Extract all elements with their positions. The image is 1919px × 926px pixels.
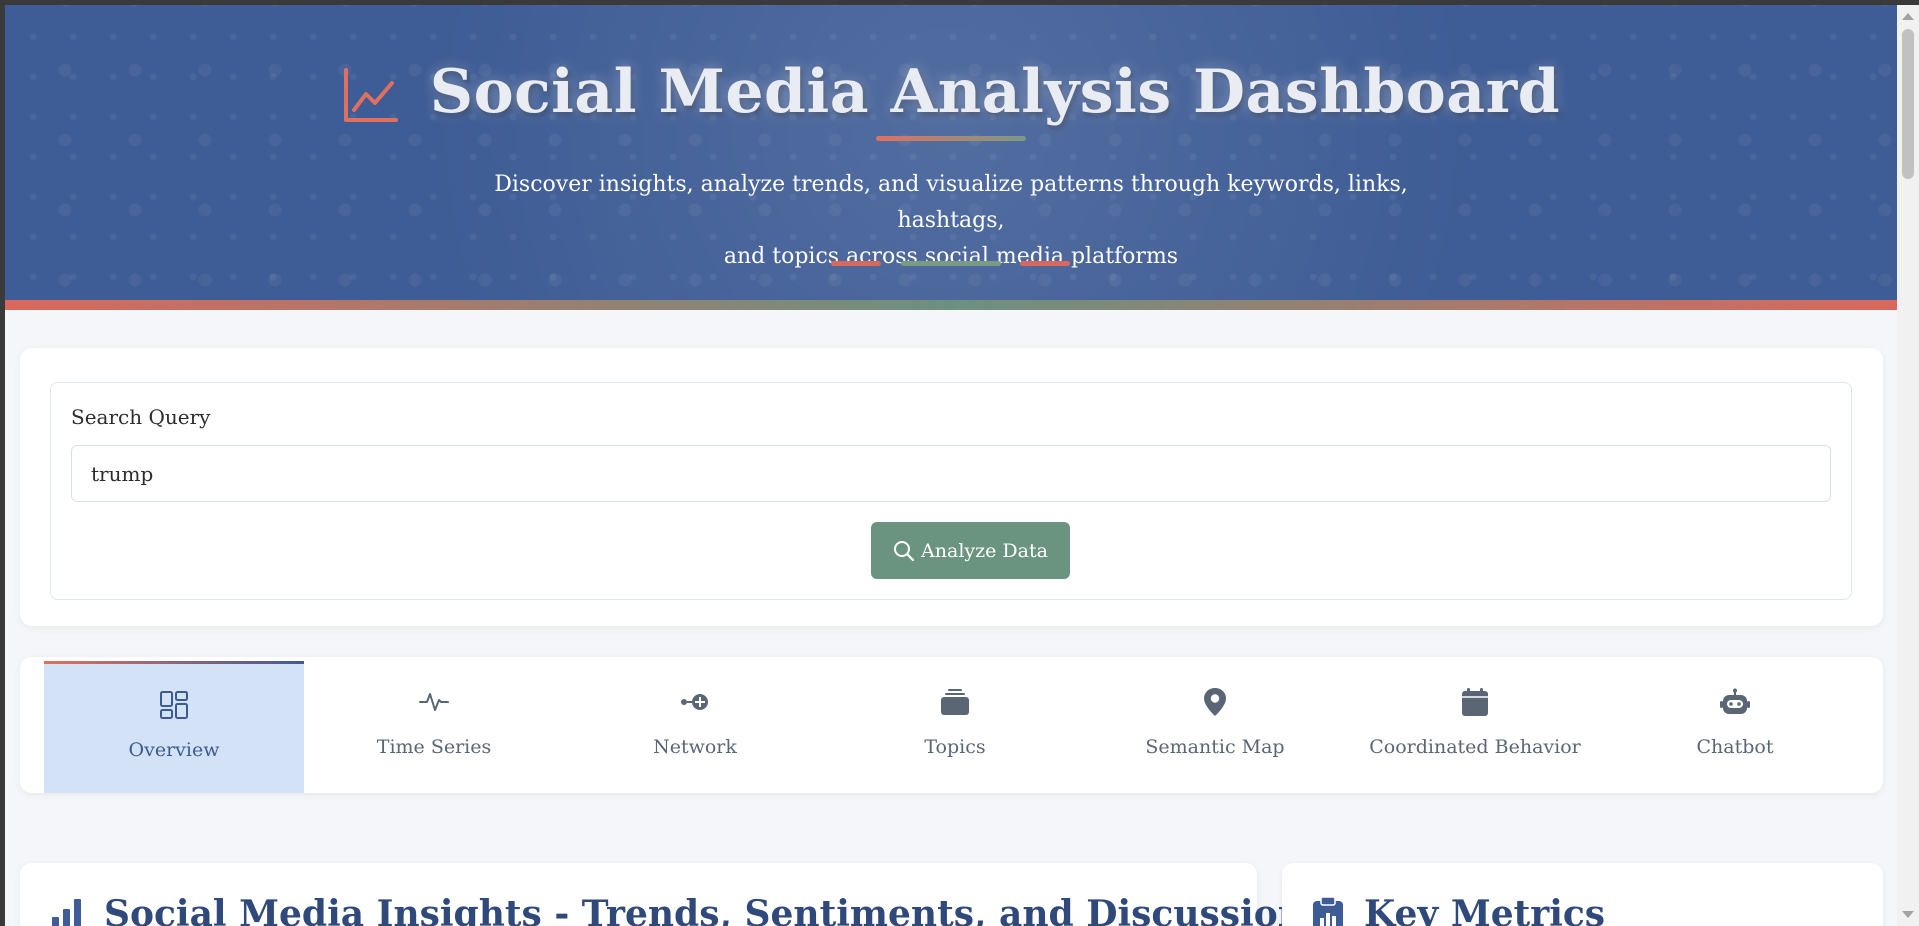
tab-semantic-map[interactable]: Semantic Map: [1085, 661, 1345, 793]
page-title: Social Media Analysis Dashboard: [429, 57, 1561, 127]
browser-viewport: Social Media Analysis Dashboard Discover…: [5, 5, 1897, 926]
tab-topics[interactable]: Topics: [825, 661, 1085, 793]
tab-label: Time Series: [376, 736, 492, 758]
title-underline: [876, 136, 1026, 141]
tab-label: Coordinated Behavior: [1369, 736, 1581, 758]
pulse-icon: [419, 684, 449, 720]
tab-label: Topics: [924, 736, 986, 758]
tab-network[interactable]: Network: [565, 661, 825, 793]
robot-icon: [1720, 684, 1750, 720]
search-label: Search Query: [71, 405, 211, 429]
tab-label: Chatbot: [1696, 736, 1774, 758]
decorative-dash: [1020, 261, 1070, 266]
bar-chart-icon: [52, 899, 81, 926]
title-row: Social Media Analysis Dashboard: [5, 57, 1897, 127]
tab-label: Network: [653, 736, 737, 758]
header-accent-bar: [5, 300, 1897, 310]
search-input[interactable]: [71, 445, 1831, 502]
layers-icon: [940, 684, 970, 720]
search-card: Search Query Analyze Data: [20, 348, 1883, 626]
insights-heading: Social Media Insights - Trends, Sentimen…: [50, 893, 1324, 926]
tab-label: Overview: [128, 739, 220, 761]
metrics-heading: Key Metrics: [1312, 893, 1605, 926]
analyze-data-label: Analyze Data: [921, 539, 1048, 562]
decorative-dash: [901, 261, 1001, 266]
map-pin-icon: [1203, 684, 1227, 720]
clipboard-icon: [1313, 896, 1343, 926]
page-subtitle: Discover insights, analyze trends, and v…: [451, 167, 1451, 275]
chart-line-icon: [343, 68, 398, 122]
analyze-data-button[interactable]: Analyze Data: [871, 522, 1070, 579]
tab-coordinated-behavior[interactable]: Coordinated Behavior: [1345, 661, 1605, 793]
calendar-icon: [1461, 684, 1489, 720]
search-icon: [894, 540, 915, 561]
overview-grid-icon: [159, 687, 189, 723]
tab-bar: Overview Time Series Network Topics Sema…: [20, 657, 1883, 793]
scrollbar-thumb[interactable]: [1902, 29, 1914, 179]
search-form: Search Query Analyze Data: [50, 382, 1852, 600]
tab-time-series[interactable]: Time Series: [304, 661, 564, 793]
tab-chatbot[interactable]: Chatbot: [1605, 661, 1865, 793]
dashboard-header: Social Media Analysis Dashboard Discover…: [5, 5, 1897, 310]
vertical-scrollbar[interactable]: [1897, 5, 1919, 926]
scroll-up-arrow-icon[interactable]: [1902, 13, 1914, 20]
tab-label: Semantic Map: [1145, 736, 1285, 758]
network-icon: [679, 684, 711, 720]
metrics-card: Key Metrics: [1282, 863, 1883, 926]
decorative-dash: [831, 261, 881, 266]
insights-card: Social Media Insights - Trends, Sentimen…: [20, 863, 1324, 926]
metrics-title: Key Metrics: [1364, 893, 1606, 926]
subtitle-line: Discover insights, analyze trends, and v…: [494, 172, 1408, 233]
tab-overview[interactable]: Overview: [44, 661, 304, 793]
insights-title: Social Media Insights - Trends, Sentimen…: [104, 893, 1325, 926]
scroll-down-arrow-icon[interactable]: [1902, 911, 1914, 918]
subtitle-line: and topics across social media platforms: [723, 244, 1179, 269]
